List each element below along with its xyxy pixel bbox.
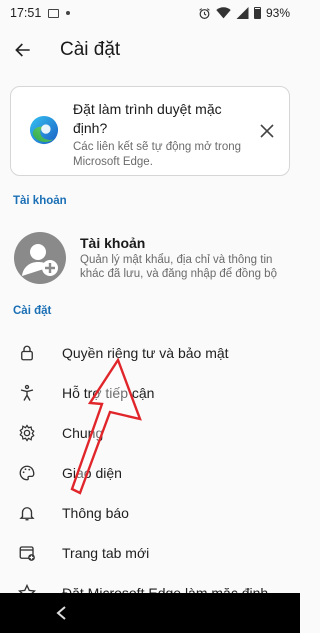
battery-icon [253, 7, 261, 19]
lock-icon [17, 343, 37, 363]
settings-item-label: Giao diện [62, 465, 122, 481]
status-bar: 17:51 93% [0, 0, 300, 26]
new-tab-icon [17, 543, 37, 563]
settings-item-label: Hỗ trợ tiếp cận [62, 385, 155, 401]
close-icon[interactable] [259, 123, 275, 139]
avatar [14, 232, 66, 284]
wifi-icon [216, 7, 231, 19]
settings-item-label: Thông báo [62, 505, 129, 521]
person-add-icon [22, 244, 58, 276]
edge-logo-icon [29, 115, 59, 145]
settings-item-appearance[interactable]: Giao diện [0, 453, 300, 493]
default-browser-banner[interactable]: Đặt làm trình duyệt mặc định? Các liên k… [10, 86, 290, 176]
battery-percentage: 93% [265, 6, 290, 20]
settings-item-notifications[interactable]: Thông báo [0, 493, 300, 533]
banner-subtitle: Các liên kết sẽ tự động mở trong Microso… [73, 141, 242, 168]
system-nav-bar [0, 593, 300, 633]
account-description: Quản lý mật khẩu, địa chỉ và thông tin k… [80, 254, 277, 280]
palette-icon [17, 463, 37, 483]
section-header-settings: Cài đặt [13, 305, 52, 317]
image-notification-icon [48, 8, 60, 18]
signal-icon [236, 7, 249, 19]
settings-item-accessibility[interactable]: Hỗ trợ tiếp cận [0, 373, 300, 413]
settings-item-label: Quyền riêng tư và bảo mật [62, 345, 229, 361]
banner-title: Đặt làm trình duyệt mặc định? [73, 101, 222, 136]
app-bar: Cài đặt [0, 26, 300, 74]
settings-item-general[interactable]: Chung [0, 413, 300, 453]
nav-back-icon[interactable] [55, 606, 69, 620]
accessibility-icon [17, 383, 37, 403]
page-title: Cài đặt [60, 39, 121, 60]
bell-icon [17, 503, 37, 523]
settings-item-label: Chung [62, 425, 104, 441]
settings-item-privacy[interactable]: Quyền riêng tư và bảo mật [0, 333, 300, 373]
arrow-left-icon [15, 43, 30, 57]
settings-item-new-tab[interactable]: Trang tab mới [0, 533, 300, 573]
settings-item-label: Trang tab mới [62, 545, 150, 561]
alarm-icon [199, 7, 210, 19]
gear-icon [17, 423, 37, 443]
back-button[interactable] [0, 26, 46, 74]
account-title: Tài khoản [80, 235, 146, 251]
status-time: 17:51 [10, 6, 42, 20]
notification-dot-icon [66, 11, 71, 15]
account-row[interactable]: Tài khoản Quản lý mật khẩu, địa chỉ và t… [0, 226, 300, 290]
section-header-account: Tài khoản [13, 195, 67, 207]
